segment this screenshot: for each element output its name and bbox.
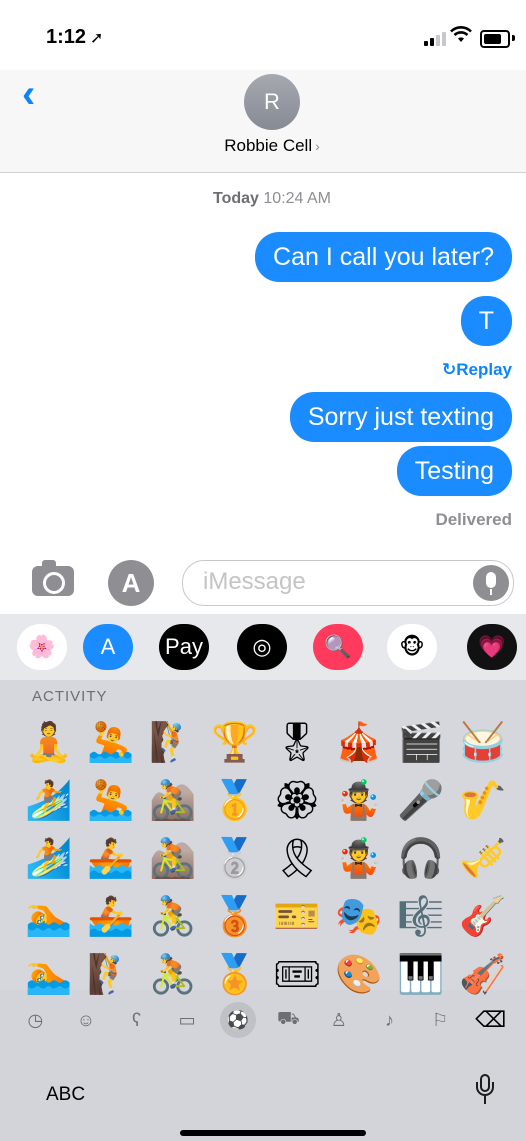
imessage-field[interactable] — [182, 560, 514, 606]
sent-message-bubble[interactable]: Sorry just texting — [289, 392, 512, 442]
symbols-category-icon[interactable]: ♪ — [371, 1002, 407, 1038]
food-category-icon[interactable]: ▭ — [169, 1002, 205, 1038]
avatar[interactable]: R — [244, 74, 300, 130]
timestamp-day: Today — [213, 190, 259, 207]
emoji-key[interactable]: 🚣 — [80, 888, 142, 946]
status-time: 1:12 ➚ — [46, 26, 103, 49]
emoji-key[interactable]: 🚵 — [142, 772, 204, 830]
contact-name-button[interactable]: Robbie Cell › — [0, 136, 526, 156]
battery-tip — [512, 35, 515, 41]
smileys-category-icon[interactable]: ☺ — [68, 1002, 104, 1038]
replay-link[interactable]: ↻Replay — [442, 360, 512, 380]
emoji-key[interactable]: 🎼 — [390, 888, 452, 946]
emoji-key[interactable]: 🚵 — [142, 830, 204, 888]
apple-pay-icon[interactable]: Pay — [159, 624, 209, 670]
emoji-key[interactable]: 🎧 — [390, 830, 452, 888]
conversation-header: ‹ R Robbie Cell › — [0, 70, 526, 173]
location-arrow-icon: ➚ — [90, 30, 104, 47]
wifi-icon — [450, 26, 472, 50]
emoji-key[interactable]: 🎸 — [452, 888, 514, 946]
imessage-app-strip: 🌸 A Pay ◎ 🔍 🐵 💗 — [0, 614, 526, 681]
back-chevron-icon[interactable]: ‹ — [22, 74, 35, 114]
animoji-icon[interactable]: 🐵 — [387, 624, 437, 670]
microphone-icon[interactable] — [476, 1074, 494, 1104]
emoji-key[interactable]: 🤹 — [328, 772, 390, 830]
emoji-key[interactable]: 🚴 — [142, 888, 204, 946]
chevron-right-icon: › — [315, 138, 320, 154]
travel-category-icon[interactable]: ⛟ — [270, 1002, 306, 1038]
emoji-palette: ACTIVITY 🧘 🤽 🧗 🏆 🎖 🎪 🎬 🥁 🏄 🤽 🚵 🥇 🏵 🤹 🎤 🎷 🏄 🚣 🚵 🥈 🎗 🤹 🎧 🎺 🏊 🚣 🚴 🥉 🎫 🎭 🎼… — [0, 680, 526, 996]
emoji-key[interactable]: 🥉 — [204, 888, 266, 946]
sent-message-bubble[interactable]: Testing — [396, 446, 512, 496]
emoji-category-bar: ◷ ☺ ʕ ▭ ⚽ ⛟ ♙ ♪ ⚐ ⌫ — [0, 990, 526, 1050]
emoji-key[interactable]: 🏵 — [266, 772, 328, 830]
contact-name: Robbie Cell — [224, 136, 313, 155]
delivered-status: Delivered — [435, 510, 512, 529]
emoji-key[interactable]: 🎪 — [328, 714, 390, 772]
search-images-icon[interactable]: 🔍 — [313, 624, 363, 670]
emoji-key[interactable]: 🎭 — [328, 888, 390, 946]
emoji-key[interactable]: 🥈 — [204, 830, 266, 888]
app-store-icon[interactable]: A — [108, 560, 154, 606]
message-input[interactable] — [201, 567, 465, 597]
emoji-key[interactable]: 🎗 — [266, 830, 328, 888]
delete-key-icon[interactable]: ⌫ — [473, 1002, 509, 1038]
emoji-key[interactable]: 🏄 — [18, 772, 80, 830]
emoji-key[interactable]: 🤽 — [80, 714, 142, 772]
emoji-keyboard: 🌸 A Pay ◎ 🔍 🐵 💗 ACTIVITY 🧘 🤽 🧗 🏆 🎖 🎪 🎬 🥁 🏄 🤽 🚵 🥇 🏵 🤹 🎤 🎷 🏄 🚣 🚵 🥈 🎗… — [0, 614, 526, 1141]
sent-message-bubble[interactable]: T — [460, 296, 512, 346]
emoji-key[interactable]: 🤽 — [80, 772, 142, 830]
emoji-key[interactable]: 🏄 — [18, 830, 80, 888]
dictation-mic-icon[interactable] — [473, 565, 509, 601]
photos-app-icon[interactable]: 🌸 — [17, 624, 67, 670]
digital-touch-icon[interactable]: 💗 — [467, 624, 517, 670]
camera-icon[interactable] — [32, 560, 74, 596]
flags-category-icon[interactable]: ⚐ — [422, 1002, 458, 1038]
status-bar: 1:12 ➚ — [0, 0, 526, 70]
battery-icon — [480, 30, 510, 48]
emoji-key[interactable]: 🧘 — [18, 714, 80, 772]
message-input-bar: A — [0, 552, 526, 614]
emoji-key[interactable]: 🎖 — [266, 714, 328, 772]
emoji-key[interactable]: 🧗 — [142, 714, 204, 772]
emoji-key[interactable]: 🎺 — [452, 830, 514, 888]
home-indicator[interactable] — [180, 1130, 366, 1136]
emoji-key[interactable]: 🥁 — [452, 714, 514, 772]
emoji-key[interactable]: 🚣 — [80, 830, 142, 888]
message-timestamp: Today 10:24 AM — [0, 190, 526, 208]
emoji-key[interactable]: 🤹 — [328, 830, 390, 888]
timestamp-time: 10:24 AM — [263, 190, 331, 207]
activity-category-icon[interactable]: ⚽ — [219, 1002, 256, 1038]
emoji-section-title: ACTIVITY — [32, 688, 108, 705]
emoji-key[interactable]: 🥇 — [204, 772, 266, 830]
emoji-key[interactable]: 🎷 — [452, 772, 514, 830]
cellular-signal-icon — [424, 32, 446, 46]
emoji-grid: 🧘 🤽 🧗 🏆 🎖 🎪 🎬 🥁 🏄 🤽 🚵 🥇 🏵 🤹 🎤 🎷 🏄 🚣 🚵 🥈 🎗 🤹 🎧 🎺 🏊 🚣 🚴 🥉 🎫 🎭 🎼 🎸 🏊 🧗 🚴 🏅 🎟 🎨 🎹 🎻 — [18, 714, 526, 1004]
objects-category-icon[interactable]: ♙ — [321, 1002, 357, 1038]
sent-message-bubble[interactable]: Can I call you later? — [255, 232, 512, 282]
emoji-key[interactable]: 🏆 — [204, 714, 266, 772]
activity-icon[interactable]: ◎ — [237, 624, 287, 670]
emoji-key[interactable]: 🎬 — [390, 714, 452, 772]
emoji-key[interactable]: 🏊 — [18, 888, 80, 946]
abc-key[interactable]: ABC — [46, 1084, 85, 1106]
recent-category-icon[interactable]: ◷ — [17, 1002, 53, 1038]
emoji-key[interactable]: 🎤 — [390, 772, 452, 830]
animals-category-icon[interactable]: ʕ — [118, 1002, 154, 1038]
status-time-text: 1:12 — [46, 26, 87, 48]
emoji-key[interactable]: 🎫 — [266, 888, 328, 946]
app-store-icon[interactable]: A — [83, 624, 133, 670]
